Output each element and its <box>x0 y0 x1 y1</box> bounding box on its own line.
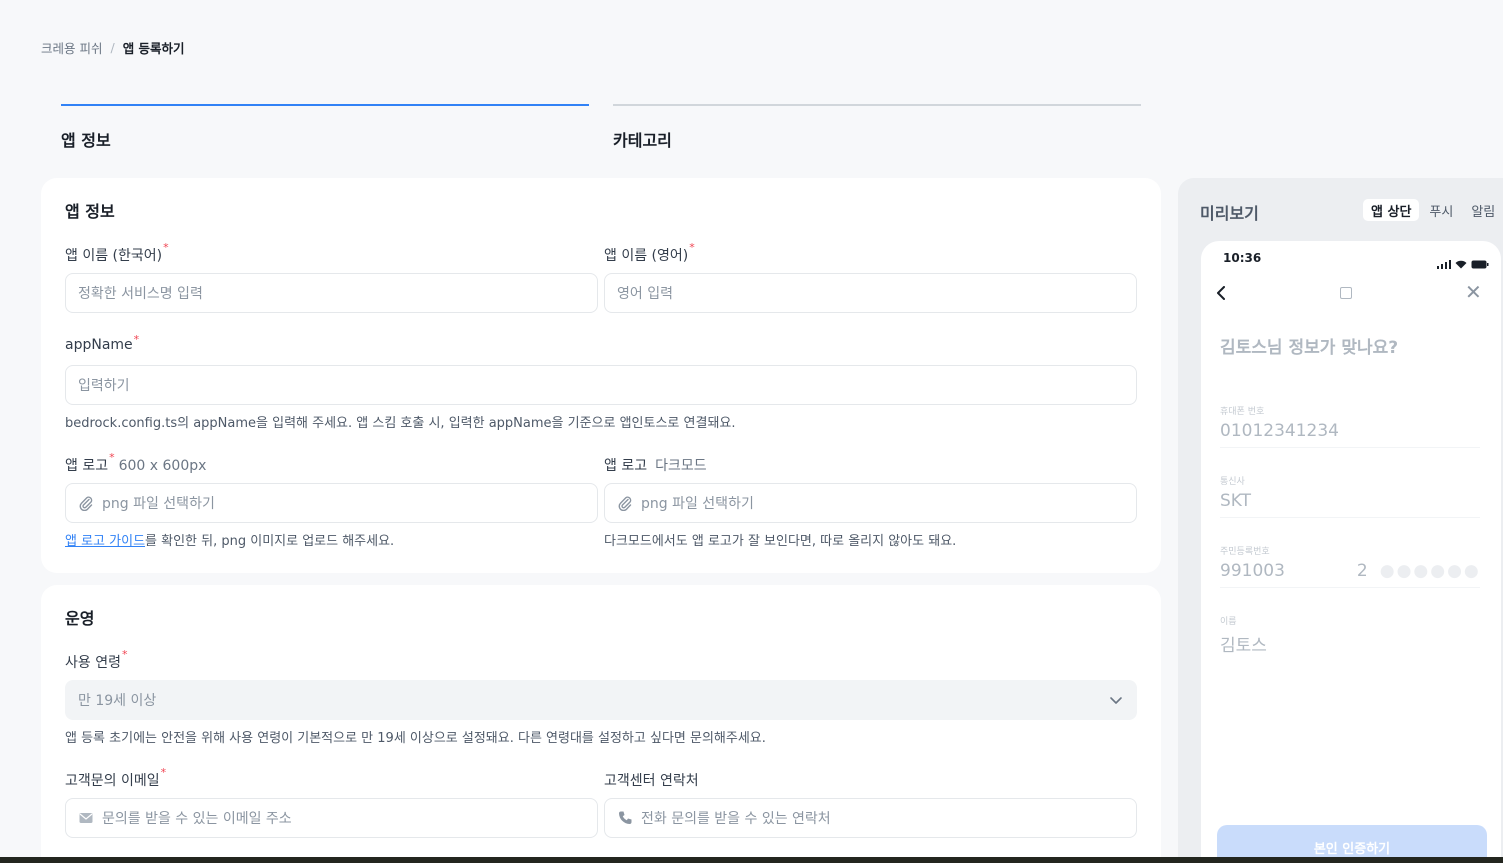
step-label: 앱 정보 <box>61 131 111 150</box>
app-logo-guide-link[interactable]: 앱 로고 가이드 <box>65 534 145 549</box>
app-logo-dark-help: 다크모드에서도 앱 로고가 잘 보인다면, 따로 올리지 않아도 돼요. <box>604 534 957 549</box>
placeholder: 정확한 서비스명 입력 <box>78 286 203 302</box>
preview-field-rrn: 주민등록번호 991003 2 ●●●●●● <box>1220 544 1480 588</box>
step-app-info[interactable]: 앱 정보 <box>61 104 589 151</box>
placeholder: png 파일 선택하기 <box>102 496 215 512</box>
wifi-icon <box>1455 254 1467 273</box>
app-name-en-label: 앱 이름 (영어)* <box>604 241 695 264</box>
age-help-text: 앱 등록 초기에는 안전을 위해 사용 연령이 기본적으로 만 19세 이상으로… <box>65 731 766 746</box>
preview-field-phone: 휴대폰 번호 01012341234 <box>1220 404 1480 448</box>
app-name-en-input[interactable]: 영어 입력 <box>604 273 1137 313</box>
close-icon[interactable]: ✕ <box>1465 282 1482 302</box>
app-logo-label: 앱 로고*600 x 600px <box>65 451 207 474</box>
app-info-card: 앱 정보 앱 이름 (한국어)* 정확한 서비스명 입력 앱 이름 (영어)* … <box>41 178 1161 573</box>
taskbar-edge <box>0 857 1503 863</box>
app-logo-dark-file-input[interactable]: png 파일 선택하기 <box>604 483 1137 523</box>
section-title: 앱 정보 <box>65 202 115 221</box>
preview-tab-group: 앱 상단 푸시 알림 <box>1361 197 1503 223</box>
chevron-down-icon <box>1108 692 1124 708</box>
age-select[interactable]: 만 19세 이상 <box>65 680 1137 720</box>
breadcrumb-current: 앱 등록하기 <box>122 41 185 56</box>
app-logo-file-input[interactable]: png 파일 선택하기 <box>65 483 598 523</box>
phone-input[interactable]: 전화 문의를 받을 수 있는 연락처 <box>604 798 1137 838</box>
paperclip-icon <box>617 495 633 511</box>
tab-notification[interactable]: 알림 <box>1463 199 1503 221</box>
appname-label: appName* <box>65 333 140 353</box>
preview-field-carrier: 통신사 SKT <box>1220 474 1480 518</box>
phone-mockup: 10:36 ✕ 김토스님 정보가 맞나요? 휴대폰 번호 01012341234… <box>1201 241 1501 863</box>
app-name-ko-input[interactable]: 정확한 서비스명 입력 <box>65 273 598 313</box>
tab-push[interactable]: 푸시 <box>1421 199 1461 221</box>
battery-icon <box>1471 254 1489 273</box>
step-progress-bar <box>613 104 1141 106</box>
email-input[interactable]: 문의를 받을 수 있는 이메일 주소 <box>65 798 598 838</box>
appname-input[interactable]: 입력하기 <box>65 365 1137 405</box>
step-label: 카테고리 <box>613 131 672 150</box>
mail-icon <box>78 810 94 826</box>
operation-card: 운영 사용 연령* 만 19세 이상 앱 등록 초기에는 안전을 위해 사용 연… <box>41 585 1161 863</box>
signal-icon <box>1437 254 1451 273</box>
app-logo-help: 앱 로고 가이드를 확인한 뒤, png 이미지로 업로드 해주세요. <box>65 534 395 549</box>
age-label: 사용 연령* <box>65 648 128 671</box>
placeholder: 문의를 받을 수 있는 이메일 주소 <box>102 811 292 827</box>
appname-help-text: bedrock.config.ts의 appName을 입력해 주세요. 앱 스… <box>65 416 736 431</box>
paperclip-icon <box>78 495 94 511</box>
phone-label: 고객센터 연락처 <box>604 773 699 789</box>
section-title: 운영 <box>65 609 95 628</box>
status-icons <box>1437 254 1489 273</box>
selected-value: 만 19세 이상 <box>78 693 157 709</box>
breadcrumb-separator: / <box>110 40 115 55</box>
app-logo-placeholder-icon <box>1340 287 1352 299</box>
phone-icon <box>617 810 633 826</box>
back-icon[interactable] <box>1215 285 1227 300</box>
preview-question: 김토스님 정보가 맞나요? <box>1220 338 1399 358</box>
tab-app-top[interactable]: 앱 상단 <box>1363 199 1420 221</box>
app-name-ko-label: 앱 이름 (한국어)* <box>65 241 169 264</box>
breadcrumb: 크레용 피쉬 / 앱 등록하기 <box>41 38 185 57</box>
preview-field-name: 이름 김토스 <box>1220 617 1267 656</box>
email-label: 고객문의 이메일* <box>65 766 167 789</box>
placeholder: 전화 문의를 받을 수 있는 연락처 <box>641 811 831 827</box>
breadcrumb-parent[interactable]: 크레용 피쉬 <box>41 38 102 57</box>
step-progress-bar <box>61 104 589 106</box>
placeholder: 입력하기 <box>78 378 130 394</box>
preview-title: 미리보기 <box>1200 204 1259 223</box>
app-logo-dark-label: 앱 로고 다크모드 <box>604 458 707 474</box>
placeholder: png 파일 선택하기 <box>641 496 754 512</box>
placeholder: 영어 입력 <box>617 286 673 302</box>
status-time: 10:36 <box>1223 251 1262 265</box>
preview-panel: 미리보기 앱 상단 푸시 알림 10:36 ✕ 김토스님 정보가 맞나요? 휴대… <box>1178 178 1503 863</box>
step-category[interactable]: 카테고리 <box>613 104 1141 151</box>
